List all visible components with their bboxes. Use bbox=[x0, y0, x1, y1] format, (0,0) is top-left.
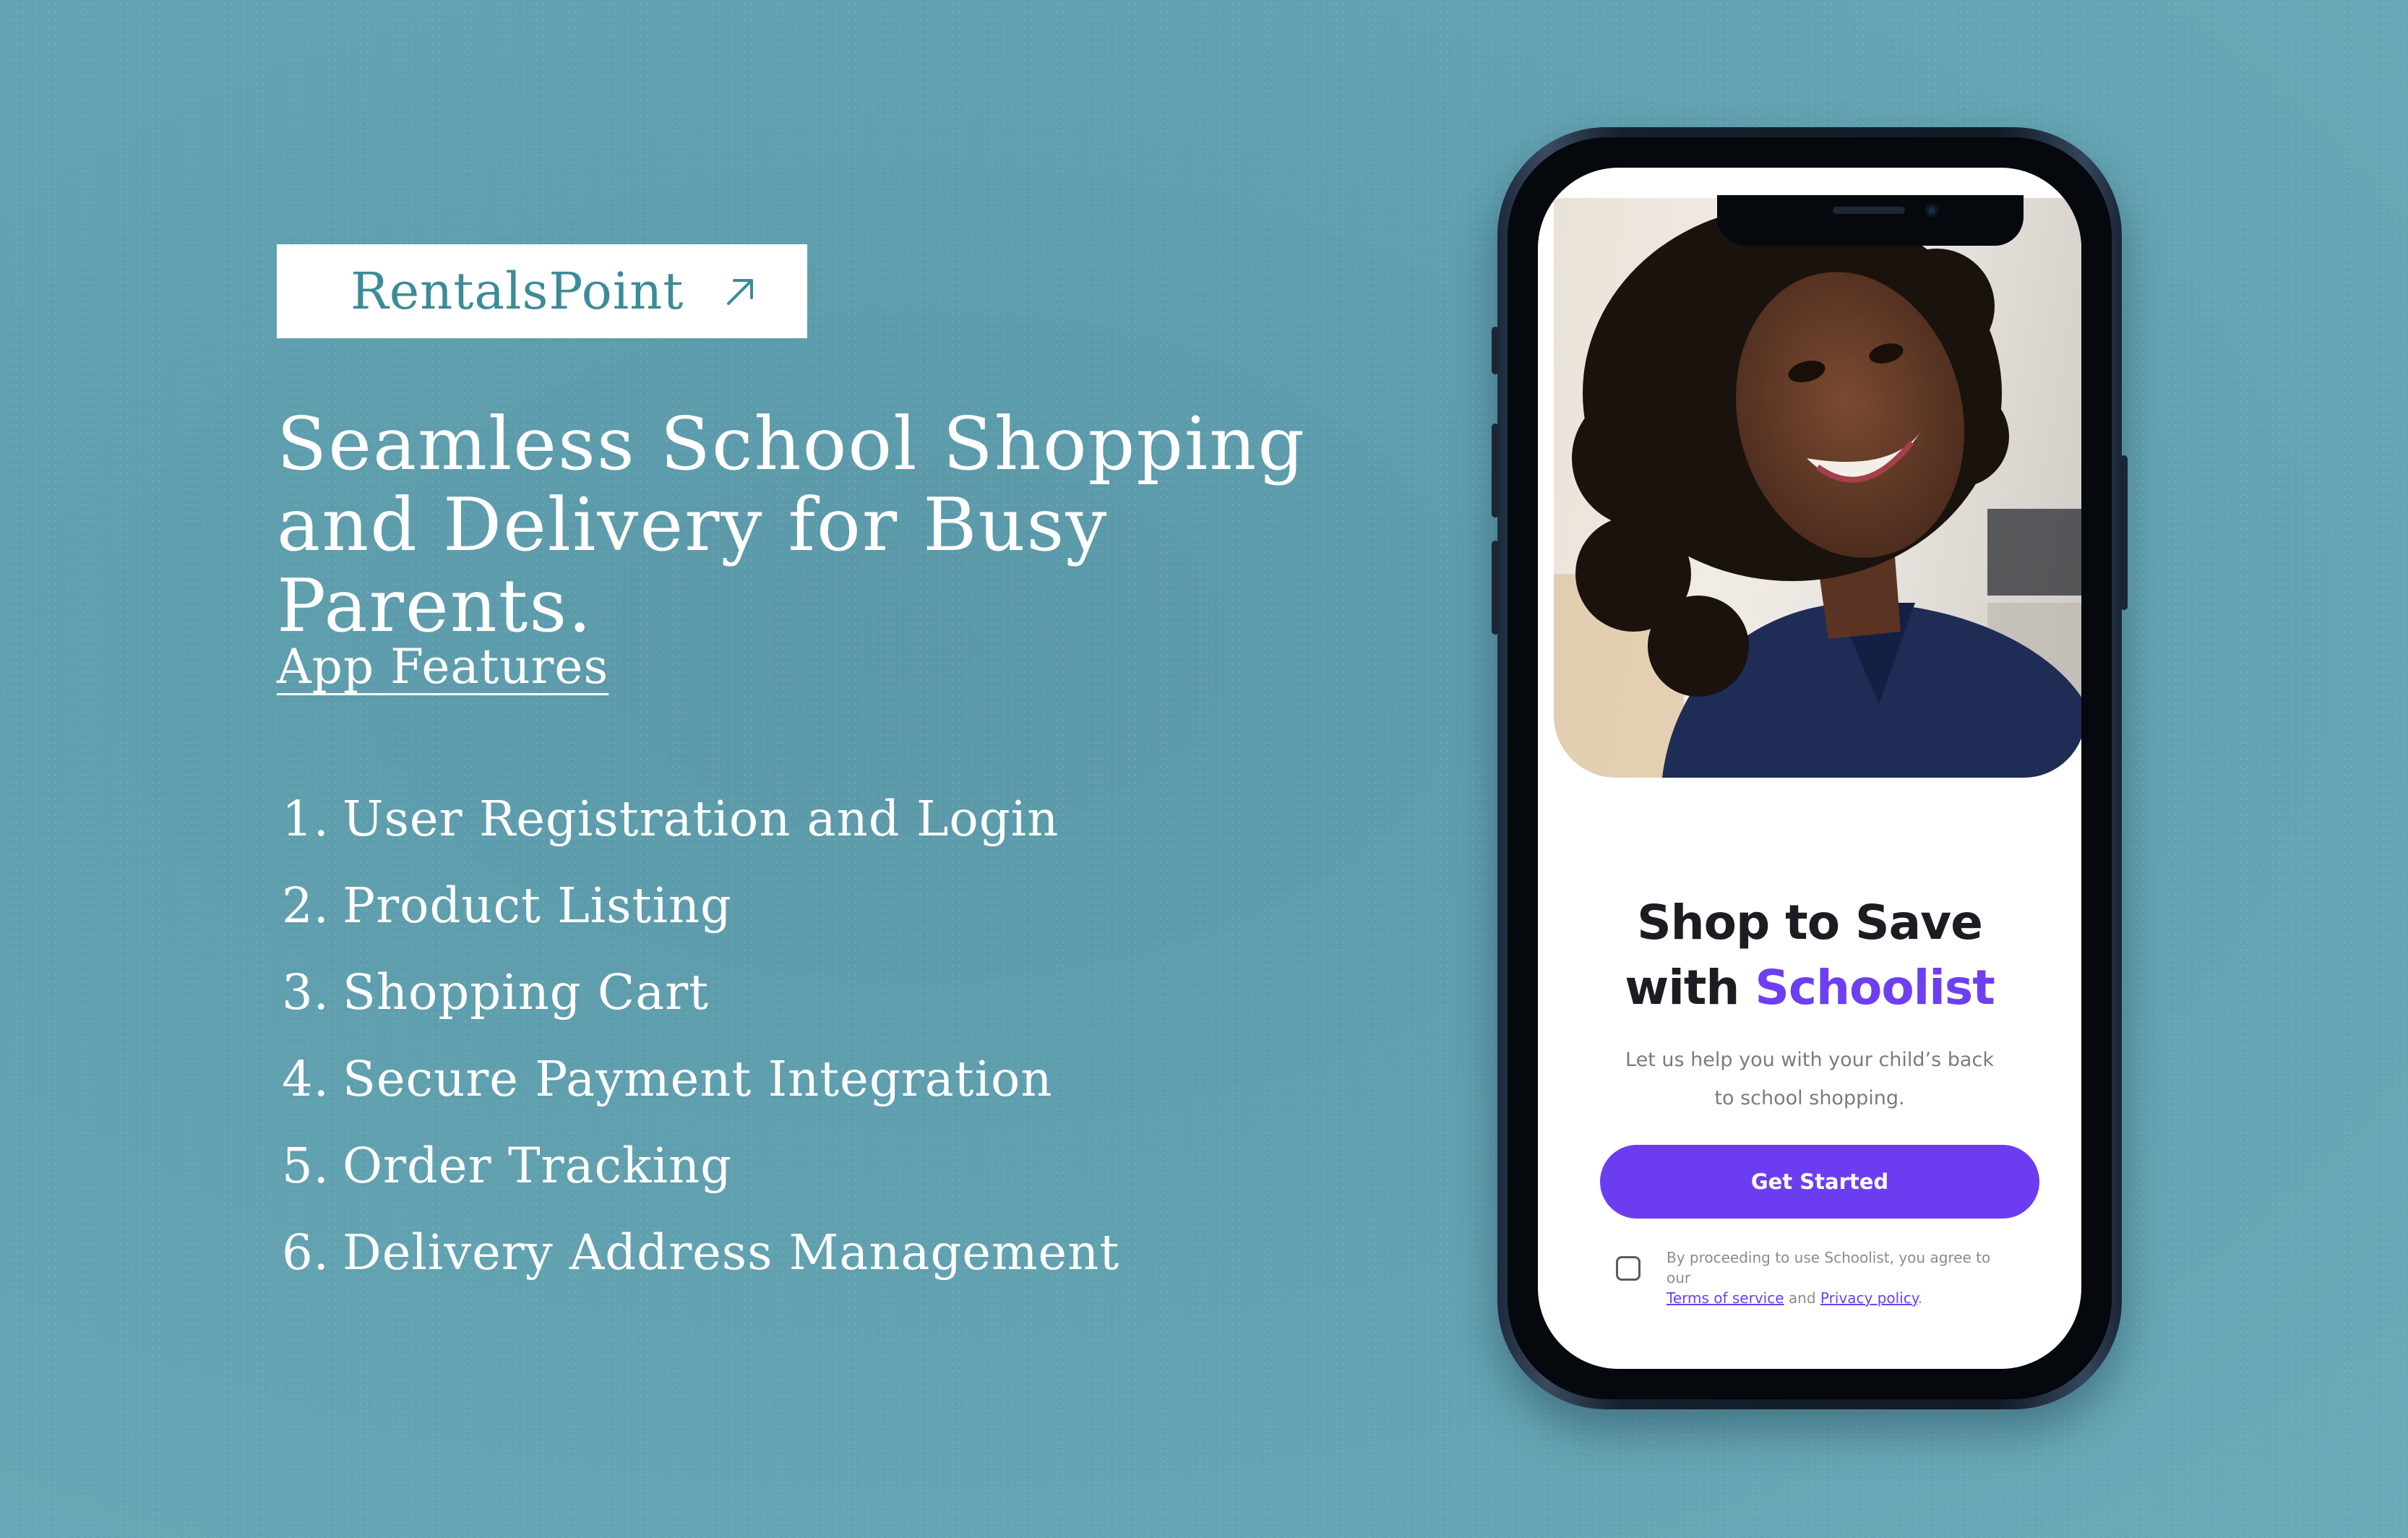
consent-prefix: By proceeding to use Schoolist, you agre… bbox=[1667, 1249, 1991, 1286]
app-subtitle: Let us help you with your child’s back t… bbox=[1625, 1049, 1994, 1109]
feature-label: Order Tracking bbox=[343, 1138, 733, 1194]
consent-text: By proceeding to use Schoolist, you agre… bbox=[1667, 1247, 2016, 1308]
app-brand-name: Schoolist bbox=[1755, 960, 1995, 1015]
arrow-up-right-icon bbox=[727, 279, 754, 305]
speaker-grille bbox=[1833, 207, 1905, 214]
phone-notch bbox=[1717, 195, 2024, 246]
feature-label: Shopping Cart bbox=[343, 964, 710, 1021]
app-title: Shop to Save with Schoolist bbox=[1538, 890, 2081, 1021]
hero-photo bbox=[1554, 198, 2081, 778]
front-camera-icon bbox=[1925, 204, 1938, 217]
feature-label: Delivery Address Management bbox=[343, 1224, 1120, 1281]
feature-item: 6. Delivery Address Management bbox=[282, 1209, 1119, 1296]
consent-checkbox[interactable] bbox=[1616, 1256, 1641, 1281]
feature-number: 6. bbox=[282, 1224, 330, 1281]
privacy-policy-link[interactable]: Privacy policy bbox=[1820, 1289, 1918, 1307]
app-screen: Shop to Save with Schoolist Let us help … bbox=[1538, 168, 2081, 1369]
feature-number: 2. bbox=[282, 877, 330, 934]
feature-number: 5. bbox=[282, 1138, 330, 1194]
brand-link[interactable]: RentalsPoint bbox=[277, 244, 807, 338]
consent-suffix: . bbox=[1917, 1289, 1923, 1307]
phone-volume-down-button bbox=[1492, 541, 1499, 635]
app-title-line2: with Schoolist bbox=[1538, 955, 2081, 1021]
feature-item: 1. User Registration and Login bbox=[282, 776, 1119, 862]
phone-mute-switch bbox=[1492, 327, 1499, 374]
consent-and: and bbox=[1788, 1289, 1816, 1307]
get-started-button[interactable]: Get Started bbox=[1600, 1145, 2039, 1219]
app-title-with: with bbox=[1625, 960, 1740, 1015]
feature-item: 4. Secure Payment Integration bbox=[282, 1036, 1119, 1122]
feature-item: 2. Product Listing bbox=[282, 862, 1119, 949]
phone-mockup: Shop to Save with Schoolist Let us help … bbox=[1492, 127, 2128, 1409]
feature-label: Product Listing bbox=[343, 877, 732, 934]
feature-item: 5. Order Tracking bbox=[282, 1122, 1119, 1209]
consent-row: By proceeding to use Schoolist, you agre… bbox=[1616, 1247, 2016, 1308]
phone-volume-up-button bbox=[1492, 424, 1499, 517]
features-heading[interactable]: App Features bbox=[277, 639, 609, 695]
feature-item: 3. Shopping Cart bbox=[282, 949, 1119, 1036]
brand-name: RentalsPoint bbox=[351, 262, 684, 321]
feature-label: User Registration and Login bbox=[343, 791, 1059, 847]
feature-number: 1. bbox=[282, 791, 330, 847]
feature-number: 3. bbox=[282, 964, 330, 1021]
feature-label: Secure Payment Integration bbox=[343, 1051, 1053, 1107]
terms-of-service-link[interactable]: Terms of service bbox=[1667, 1289, 1784, 1307]
feature-number: 4. bbox=[282, 1051, 330, 1107]
phone-bezel: Shop to Save with Schoolist Let us help … bbox=[1508, 137, 2112, 1399]
page-headline: Seamless School Shopping and Delivery fo… bbox=[277, 401, 1306, 648]
phone-power-button bbox=[2120, 455, 2128, 610]
smiling-woman-illustration bbox=[1554, 198, 2081, 778]
feature-list: 1. User Registration and Login 2. Product … bbox=[282, 776, 1119, 1296]
app-title-line1: Shop to Save bbox=[1637, 895, 1983, 950]
